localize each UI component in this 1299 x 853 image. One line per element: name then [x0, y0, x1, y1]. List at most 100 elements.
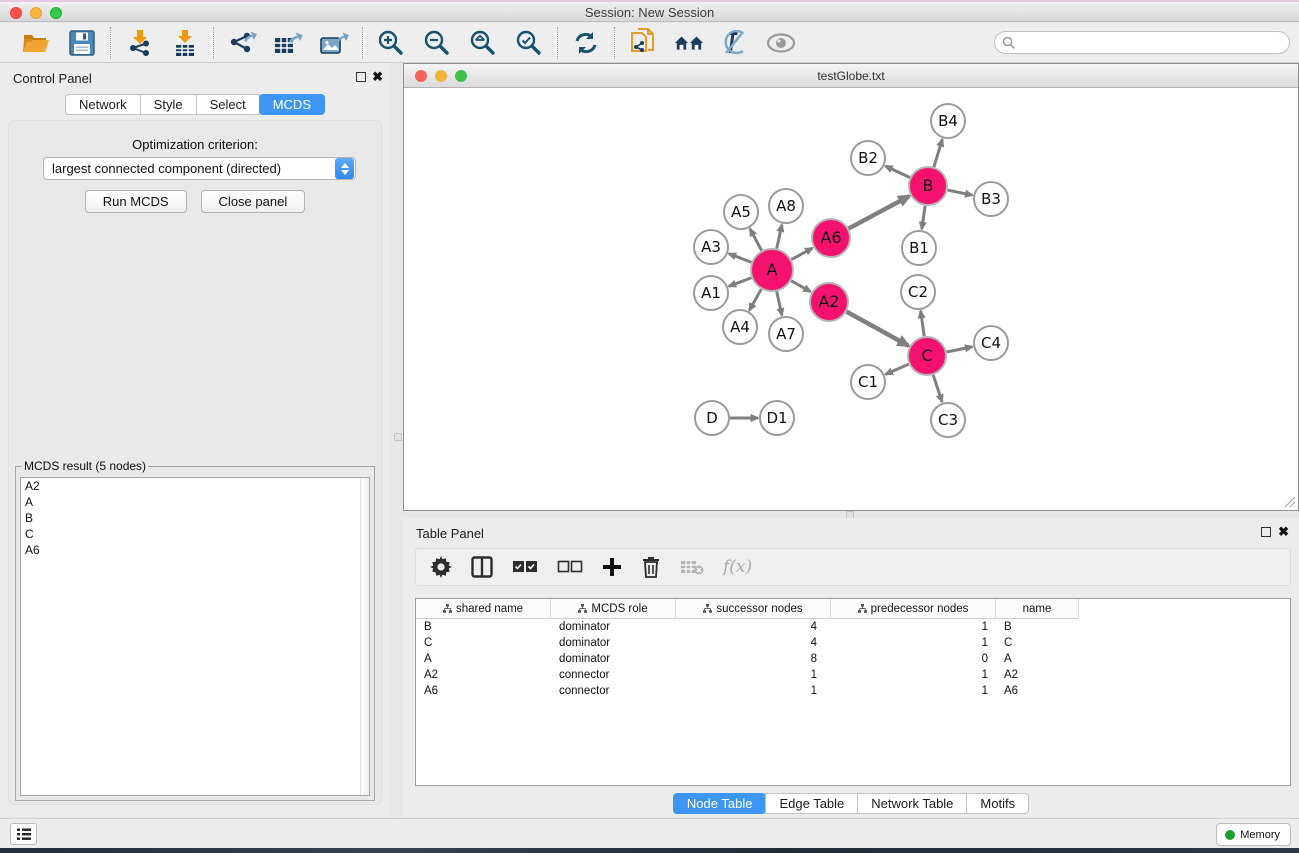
- graph-node-B3[interactable]: B3: [974, 182, 1008, 216]
- graph-node-A4[interactable]: A4: [723, 310, 757, 344]
- graph-edge-B-B1[interactable]: [922, 206, 925, 229]
- table-cell[interactable]: connector: [551, 667, 676, 683]
- network-canvas[interactable]: B4B2BB3A5A8A6A3B1AA1C2A2A4A7C4CC1DD1C3: [404, 89, 1298, 510]
- graph-node-C2[interactable]: C2: [901, 275, 935, 309]
- zoom-in-icon[interactable]: [376, 28, 406, 58]
- table-cell[interactable]: A2: [996, 667, 1079, 683]
- tab-mcds[interactable]: MCDS: [259, 94, 325, 115]
- table-cell[interactable]: A6: [416, 683, 551, 699]
- tab-node-table[interactable]: Node Table: [673, 793, 767, 814]
- graph-node-A6[interactable]: A6: [812, 219, 850, 257]
- graph-edge-A-A4[interactable]: [749, 289, 761, 310]
- memory-button[interactable]: Memory: [1216, 823, 1291, 846]
- close-panel-button[interactable]: Close panel: [201, 190, 306, 213]
- export-table-icon[interactable]: [273, 28, 303, 58]
- float-panel-icon[interactable]: [1261, 527, 1271, 537]
- home-icon[interactable]: [674, 28, 704, 58]
- table-cell[interactable]: A: [996, 651, 1079, 667]
- table-cell[interactable]: A: [416, 651, 551, 667]
- table-cell[interactable]: C: [996, 635, 1079, 651]
- graph-node-B4[interactable]: B4: [931, 104, 965, 138]
- table-cell[interactable]: 1: [676, 683, 831, 699]
- graph-node-A2[interactable]: A2: [810, 283, 848, 321]
- graph-node-C[interactable]: C: [908, 337, 946, 375]
- tab-network-table[interactable]: Network Table: [857, 793, 967, 814]
- graph-edge-B-B2[interactable]: [885, 166, 910, 178]
- table-row[interactable]: Bdominator41B: [416, 619, 1290, 635]
- column-header-name[interactable]: name: [996, 599, 1079, 619]
- table-cell[interactable]: B: [996, 619, 1079, 635]
- mcds-result-item[interactable]: A2: [21, 478, 369, 494]
- float-panel-icon[interactable]: [356, 72, 366, 82]
- graph-edge-A-A6[interactable]: [791, 248, 812, 259]
- graph-node-B2[interactable]: B2: [851, 141, 885, 175]
- graph-edge-A6-B[interactable]: [849, 196, 910, 229]
- import-network-icon[interactable]: [124, 28, 154, 58]
- export-image-icon[interactable]: [319, 28, 349, 58]
- table-row[interactable]: Adominator80A: [416, 651, 1290, 667]
- table-cell[interactable]: 1: [831, 619, 996, 635]
- graph-edge-C-C3[interactable]: [933, 375, 942, 402]
- column-header-predecessor-nodes[interactable]: predecessor nodes: [831, 599, 996, 619]
- close-panel-icon[interactable]: ✖: [372, 69, 383, 85]
- gear-icon[interactable]: [430, 554, 452, 580]
- tab-edge-table[interactable]: Edge Table: [765, 793, 858, 814]
- table-cell[interactable]: 1: [831, 683, 996, 699]
- graph-node-A3[interactable]: A3: [694, 230, 728, 264]
- window-titlebar[interactable]: Session: New Session: [0, 2, 1299, 22]
- table-cell[interactable]: dominator: [551, 619, 676, 635]
- table-row[interactable]: A6connector11A6: [416, 683, 1290, 699]
- table-cell[interactable]: 4: [676, 619, 831, 635]
- graph-node-A5[interactable]: A5: [724, 195, 758, 229]
- tab-select[interactable]: Select: [196, 94, 260, 115]
- criterion-dropdown[interactable]: largest connected component (directed): [43, 157, 356, 180]
- table-cell[interactable]: 1: [676, 667, 831, 683]
- graph-node-D1[interactable]: D1: [760, 401, 794, 435]
- graph-edge-A-A3[interactable]: [729, 254, 752, 263]
- search-input[interactable]: [1019, 32, 1289, 53]
- new-network-from-selection-icon[interactable]: [628, 28, 658, 58]
- table-cell[interactable]: 4: [676, 635, 831, 651]
- select-all-icon[interactable]: [512, 554, 538, 580]
- graph-node-A8[interactable]: A8: [769, 189, 803, 223]
- graph-node-C1[interactable]: C1: [851, 365, 885, 399]
- table-cell[interactable]: A2: [416, 667, 551, 683]
- table-cell[interactable]: 8: [676, 651, 831, 667]
- column-icon[interactable]: [471, 554, 493, 580]
- graph-edge-C-C2[interactable]: [921, 311, 925, 336]
- column-header-shared-name[interactable]: shared name: [416, 599, 551, 619]
- tab-network[interactable]: Network: [65, 94, 141, 115]
- divider-grip[interactable]: [394, 433, 402, 441]
- open-session-icon[interactable]: [21, 28, 51, 58]
- hide-labels-icon[interactable]: [720, 28, 750, 58]
- close-panel-icon[interactable]: ✖: [1278, 524, 1289, 540]
- graph-node-A1[interactable]: A1: [694, 276, 728, 310]
- table-cell[interactable]: connector: [551, 683, 676, 699]
- function-builder-icon[interactable]: f(x): [723, 554, 752, 580]
- table-cell[interactable]: 1: [831, 667, 996, 683]
- search-field[interactable]: [994, 31, 1290, 54]
- graph-node-B[interactable]: B: [909, 167, 947, 205]
- graph-edge-B-B4[interactable]: [934, 139, 943, 167]
- graph-edge-A2-C[interactable]: [847, 312, 909, 346]
- graph-edge-A-A5[interactable]: [750, 229, 762, 251]
- graph-node-A[interactable]: A: [751, 249, 793, 291]
- table-row[interactable]: A2connector11A2: [416, 667, 1290, 683]
- graph-node-B1[interactable]: B1: [902, 231, 936, 265]
- graph-edge-A-A8[interactable]: [777, 225, 782, 249]
- graph-node-C4[interactable]: C4: [974, 326, 1008, 360]
- unselect-all-icon[interactable]: [557, 554, 583, 580]
- graph-edge-C-C1[interactable]: [885, 364, 908, 374]
- add-column-icon[interactable]: [602, 554, 622, 580]
- table-cell[interactable]: C: [416, 635, 551, 651]
- mcds-result-item[interactable]: C: [21, 526, 369, 542]
- zoom-fit-icon[interactable]: [468, 28, 498, 58]
- delete-icon[interactable]: [641, 554, 661, 580]
- table-cell[interactable]: 1: [831, 635, 996, 651]
- table-cell[interactable]: dominator: [551, 635, 676, 651]
- mcds-result-list[interactable]: A2ABCA6: [20, 477, 370, 796]
- table-cell[interactable]: B: [416, 619, 551, 635]
- mcds-result-item[interactable]: A6: [21, 542, 369, 558]
- graph-edge-B-B3[interactable]: [948, 190, 973, 195]
- graph-node-D[interactable]: D: [695, 401, 729, 435]
